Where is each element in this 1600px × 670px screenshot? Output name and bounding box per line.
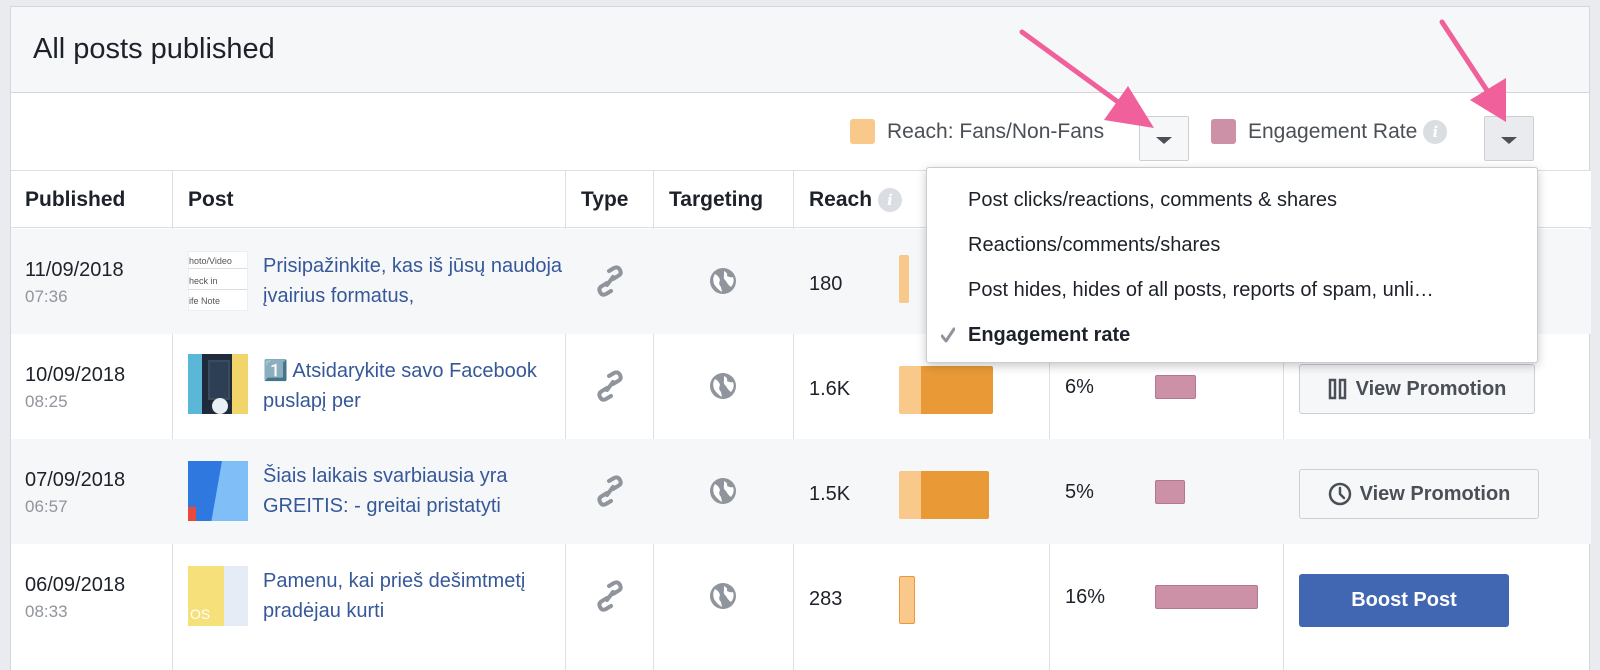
engagement-metric-label: Engagement Rate bbox=[1248, 119, 1418, 143]
publish-time: 08:25 bbox=[25, 392, 68, 411]
post-thumbnail[interactable]: OS bbox=[188, 566, 248, 626]
post-link[interactable]: Šiais laikais svarbiausia yra GREITIS: -… bbox=[263, 461, 563, 521]
publish-date: 11/09/2018 bbox=[25, 259, 124, 281]
reach-header-label: Reach bbox=[809, 187, 873, 211]
table-row: 06/09/2018 08:33 OS Pamenu, kai prieš de… bbox=[11, 544, 1591, 649]
menu-item-engagement-rate[interactable]: Engagement rate bbox=[927, 315, 1537, 355]
checkmark-icon bbox=[941, 327, 955, 343]
publish-time: 07:36 bbox=[25, 287, 68, 306]
metrics-selector-bar: Reach: Fans/Non-Fans Engagement Rate i bbox=[11, 93, 1591, 171]
link-icon bbox=[597, 370, 623, 402]
reach-bar-fans bbox=[899, 366, 921, 414]
engagement-value: 5% bbox=[1065, 481, 1094, 503]
page-title: All posts published bbox=[33, 33, 275, 65]
published-cell: 11/09/2018 07:36 bbox=[25, 259, 124, 307]
post-link[interactable]: 1️⃣ Atsidarykite savo Facebook puslapį p… bbox=[263, 356, 563, 416]
menu-item-post-clicks[interactable]: Post clicks/reactions, comments & shares bbox=[927, 180, 1537, 220]
publish-date: 06/09/2018 bbox=[25, 574, 126, 596]
reach-value: 283 bbox=[809, 588, 843, 610]
post-link[interactable]: Prisipažinkite, kas iš jūsų naudoja įvai… bbox=[263, 251, 563, 311]
link-icon bbox=[597, 475, 623, 507]
engagement-metric-dropdown: Post clicks/reactions, comments & shares… bbox=[926, 167, 1538, 363]
menu-item-reactions[interactable]: Reactions/comments/shares bbox=[927, 225, 1537, 265]
engagement-bar bbox=[1155, 375, 1196, 399]
publish-time: 06:57 bbox=[25, 497, 68, 516]
reach-bar-fans bbox=[899, 471, 921, 519]
table-row: 07/09/2018 06:57 Šiais laikais svarbiaus… bbox=[11, 439, 1591, 544]
engagement-bar bbox=[1155, 585, 1258, 609]
post-link[interactable]: Pamenu, kai prieš dešimtmetį pradėjau ku… bbox=[263, 566, 563, 626]
globe-icon bbox=[710, 478, 736, 504]
column-header-type: Type bbox=[581, 187, 629, 211]
post-thumbnail[interactable]: hoto/Video heck in ife Note bbox=[188, 251, 248, 311]
annotation-arrow bbox=[1439, 19, 1506, 122]
info-icon[interactable]: i bbox=[878, 187, 903, 212]
published-cell: 06/09/2018 08:33 bbox=[25, 574, 125, 622]
published-cell: 07/09/2018 06:57 bbox=[25, 469, 125, 517]
clock-icon bbox=[1328, 482, 1351, 506]
publish-time: 08:33 bbox=[25, 602, 68, 621]
view-promotion-button[interactable]: View Promotion bbox=[1299, 364, 1535, 414]
engagement-bar bbox=[1155, 480, 1185, 504]
post-thumbnail[interactable] bbox=[188, 461, 248, 521]
view-promotion-button[interactable]: View Promotion bbox=[1299, 469, 1539, 519]
link-icon bbox=[597, 265, 623, 297]
published-cell: 10/09/2018 08:25 bbox=[25, 364, 125, 412]
all-posts-panel: All posts published Reach: Fans/Non-Fans… bbox=[10, 6, 1591, 670]
reach-bar-fans bbox=[899, 576, 915, 624]
reach-value: 180 bbox=[809, 273, 843, 295]
globe-icon bbox=[710, 268, 736, 294]
view-promotion-label: View Promotion bbox=[1359, 482, 1511, 505]
engagement-metric: Engagement Rate i bbox=[1211, 119, 1448, 144]
column-header-post: Post bbox=[188, 187, 234, 211]
reach-color-swatch bbox=[850, 119, 875, 144]
reach-bar-non-fans bbox=[921, 366, 993, 414]
view-promotion-label: View Promotion bbox=[1355, 377, 1507, 400]
engagement-value: 6% bbox=[1065, 376, 1094, 398]
post-thumbnail[interactable] bbox=[188, 354, 248, 414]
publish-date: 10/09/2018 bbox=[25, 364, 126, 386]
boost-post-button[interactable]: Boost Post bbox=[1299, 574, 1509, 627]
engagement-value: 16% bbox=[1065, 586, 1106, 608]
globe-icon bbox=[710, 373, 736, 399]
reach-value: 1.6K bbox=[809, 378, 851, 400]
globe-icon bbox=[710, 583, 736, 609]
column-header-published[interactable]: Published bbox=[25, 171, 125, 228]
panel-header: All posts published bbox=[11, 7, 1589, 93]
column-header-targeting: Targeting bbox=[669, 187, 764, 211]
menu-item-post-hides[interactable]: Post hides, hides of all posts, reports … bbox=[927, 270, 1537, 310]
engagement-color-swatch bbox=[1211, 119, 1236, 144]
reach-value: 1.5K bbox=[809, 483, 851, 505]
annotation-arrow bbox=[1019, 29, 1154, 128]
publish-date: 07/09/2018 bbox=[25, 469, 126, 491]
pause-icon bbox=[1328, 378, 1346, 400]
link-icon bbox=[597, 580, 623, 612]
column-header-reach: Reach i bbox=[809, 171, 903, 228]
menu-item-label: Engagement rate bbox=[968, 323, 1131, 346]
reach-bar-fans bbox=[899, 255, 909, 303]
reach-bar-non-fans bbox=[921, 471, 989, 519]
